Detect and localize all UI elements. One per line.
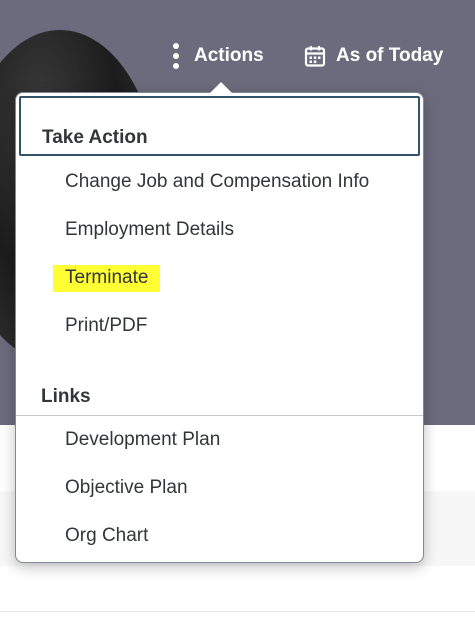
as-of-label: As of Today — [336, 45, 444, 66]
menu-item-objective-plan[interactable]: Objective Plan — [65, 477, 188, 499]
popover-arrow — [210, 82, 232, 93]
menu-item-employment-details[interactable]: Employment Details — [65, 219, 234, 241]
menu-item-print-pdf[interactable]: Print/PDF — [65, 315, 147, 337]
section-title: Take Action — [42, 127, 148, 148]
actions-menu-popover: Take Action Change Job and Compensation … — [15, 92, 424, 563]
as-of-date-button[interactable]: As of Today — [303, 40, 443, 72]
actions-button[interactable]: Actions — [172, 40, 264, 72]
menu-item-terminate[interactable]: Terminate — [53, 265, 161, 292]
calendar-icon — [304, 46, 326, 67]
kebab-vertical-icon — [172, 43, 180, 69]
section-title: Links — [41, 385, 91, 407]
menu-item-development-plan[interactable]: Development Plan — [65, 429, 220, 451]
section-header-links: Links — [16, 378, 423, 416]
menu-item-org-chart[interactable]: Org Chart — [65, 525, 148, 547]
content-divider — [0, 611, 475, 612]
actions-label: Actions — [194, 45, 264, 66]
section-header-take-action: Take Action — [19, 96, 420, 156]
menu-item-change-job[interactable]: Change Job and Compensation Info — [65, 171, 369, 193]
